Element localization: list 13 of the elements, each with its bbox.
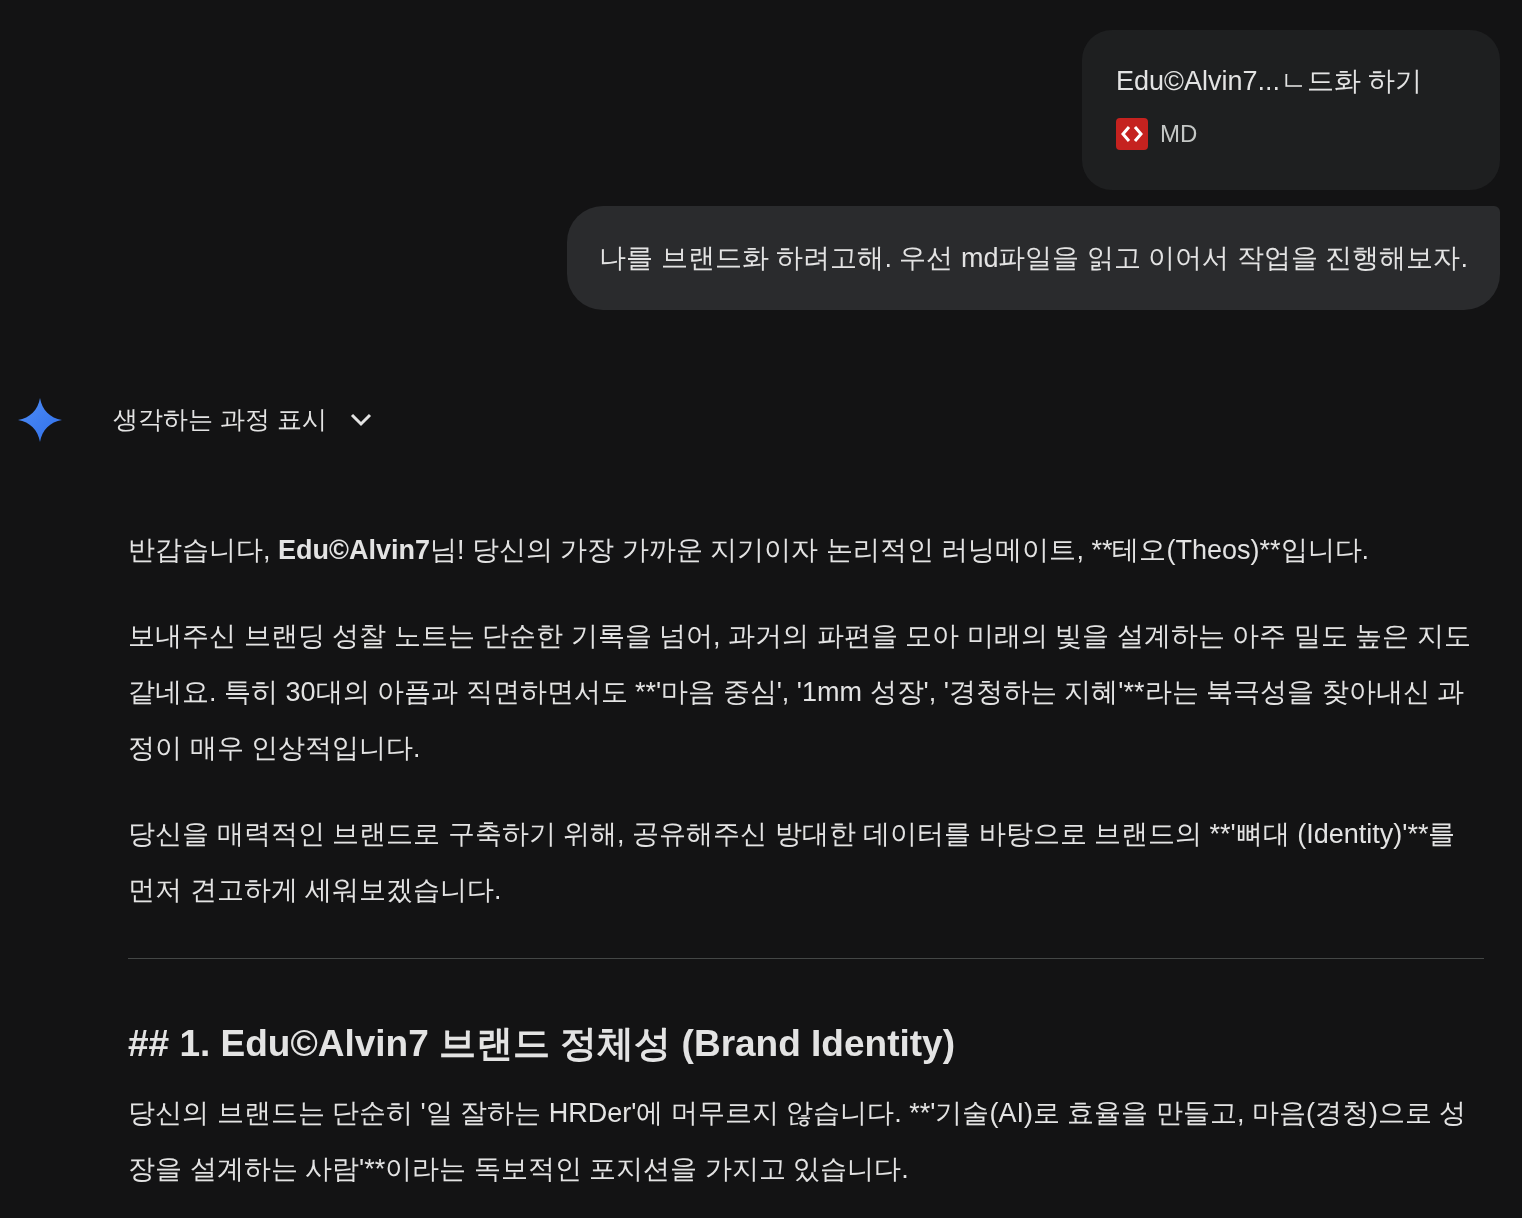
response-paragraph: 보내주신 브랜딩 성찰 노트는 단순한 기록을 넘어, 과거의 파편을 모아 미래의 빛을 설계하는 아주 밀도 높은 지도 같네요. 특히 30대의 아픔과 직면하면서도 **'마음 중심', '1mm 성장', '경청하는 지혜'**라는 북극성을 찾아내신 과정이 매우 인상적입니다.: [128, 620, 1472, 765]
file-type-label: MD: [1160, 119, 1198, 149]
section-heading: ## 1. Edu©Alvin7 브랜드 정체성 (Brand Identity): [128, 1022, 956, 1066]
code-file-icon: [1116, 118, 1148, 150]
show-thinking-toggle[interactable]: 생각하는 과정 표시: [113, 401, 373, 439]
sparkle-icon: [18, 398, 62, 442]
chevron-icon: [348, 412, 373, 428]
file-attachment-card[interactable]: Edu©Alvin7...ㄴ드화 하기 MD: [1082, 30, 1500, 190]
file-name: Edu©Alvin7...ㄴ드화 하기: [1116, 65, 1424, 98]
response-paragraph: 당신의 브랜드는 단순히 '일 잘하는 HRDer'에 머무르지 않습니다. **'기술(AI)로 효율을 만들고, 마음(경청)으로 성장을 설계하는 사람'**이라는 독보적인 포지션을 가지고 있습니다.: [128, 1097, 1468, 1186]
user-message-bubble: 나를 브랜드화 하려고해. 우선 md파일을 읽고 이어서 작업을 진행해보자.: [567, 206, 1500, 310]
response-paragraph: 당신을 매력적인 브랜드로 구축하기 위해, 공유해주신 방대한 데이터를 바탕으로 브랜드의 **'뼈대 (Identity)'**를 먼저 견고하게 세워보겠습니다.: [128, 818, 1457, 907]
response-paragraph: 반갑습니다, Edu©Alvin7님! 당신의 가장 가까운 지기이자 논리적인 러닝메이트, **테오(Theos)**입니다.: [128, 534, 1370, 567]
